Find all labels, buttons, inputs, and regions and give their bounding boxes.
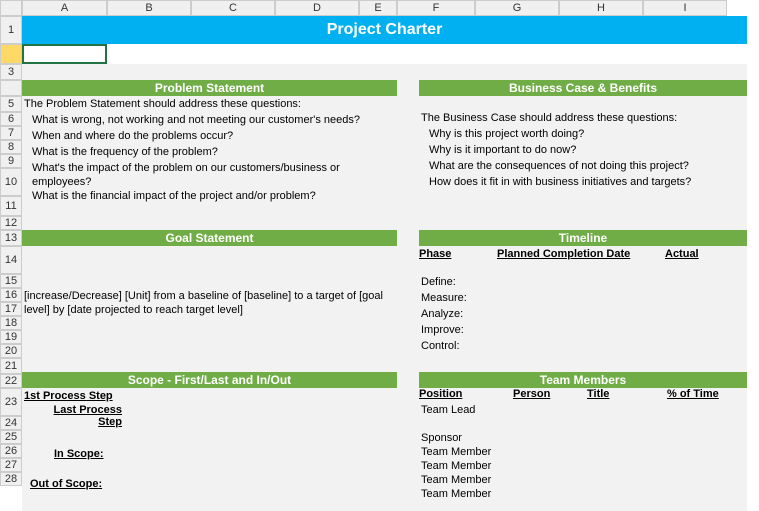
- col-header[interactable]: B: [107, 0, 191, 16]
- scope-first: 1st Process Step: [24, 390, 113, 402]
- team-col-title: Title: [587, 388, 667, 402]
- team-header: Team Members: [419, 372, 747, 388]
- timeline-phase: Define:: [419, 274, 747, 290]
- problem-header: Problem Statement: [22, 80, 397, 96]
- team-col-pct: % of Time: [667, 388, 747, 402]
- row-header[interactable]: 10: [0, 168, 22, 196]
- scope-in: In Scope:: [54, 448, 104, 460]
- row-header[interactable]: 20: [0, 344, 22, 358]
- section-content-1: The Problem Statement should address the…: [22, 96, 747, 204]
- row-header[interactable]: 21: [0, 358, 22, 374]
- page-title: Project Charter: [22, 16, 747, 44]
- business-q2: Why is it important to do now?: [419, 142, 747, 158]
- col-header[interactable]: G: [475, 0, 559, 16]
- col-header[interactable]: E: [359, 0, 397, 16]
- timeline-phase: Improve:: [419, 322, 747, 338]
- row-header[interactable]: 25: [0, 430, 22, 444]
- section-content-2: [increase/Decrease] [Unit] from a baseli…: [22, 246, 747, 354]
- goal-text: [increase/Decrease] [Unit] from a baseli…: [22, 288, 397, 318]
- team-row: Team Member: [419, 486, 747, 500]
- team-row: [419, 416, 747, 430]
- row-header[interactable]: 3: [0, 64, 22, 80]
- active-cell[interactable]: [22, 44, 107, 64]
- row-header[interactable]: 19: [0, 330, 22, 344]
- team-row: Team Member: [419, 444, 747, 458]
- row-header[interactable]: 27: [0, 458, 22, 472]
- row-header[interactable]: 8: [0, 140, 22, 154]
- row-header[interactable]: 12: [0, 216, 22, 230]
- row-headers: 1 3 5 6 7 8 9 10 11 12 13 14 15 16 17 18…: [0, 16, 22, 486]
- timeline-col-phase: Phase: [419, 248, 497, 260]
- section-row-3: Scope - First/Last and In/Out Team Membe…: [22, 372, 747, 388]
- row-header[interactable]: 22: [0, 374, 22, 388]
- timeline-phase: Measure:: [419, 290, 747, 306]
- row-header[interactable]: 7: [0, 126, 22, 140]
- col-header[interactable]: F: [397, 0, 475, 16]
- timeline-phase: Analyze:: [419, 306, 747, 322]
- timeline-header: Timeline: [419, 230, 747, 246]
- row-header[interactable]: 16: [0, 288, 22, 302]
- row-header[interactable]: 11: [0, 196, 22, 216]
- col-header[interactable]: A: [22, 0, 107, 16]
- row-header[interactable]: 5: [0, 96, 22, 112]
- problem-q3: What is the frequency of the problem?: [22, 144, 397, 160]
- team-row: Team Member: [419, 472, 747, 486]
- problem-q4: What's the impact of the problem on our …: [22, 160, 397, 188]
- row-header[interactable]: 9: [0, 154, 22, 168]
- team-row: Team Lead: [419, 402, 747, 416]
- row-header[interactable]: 1: [0, 16, 22, 44]
- row-header[interactable]: [0, 80, 22, 96]
- section-row-2: Goal Statement Timeline: [22, 230, 747, 246]
- business-header: Business Case & Benefits: [419, 80, 747, 96]
- business-q4: How does it fit in with business initiat…: [419, 174, 747, 190]
- problem-q5: What is the financial impact of the proj…: [22, 188, 397, 204]
- business-intro: The Business Case should address these q…: [419, 110, 747, 126]
- problem-intro: The Problem Statement should address the…: [22, 96, 397, 112]
- goal-header: Goal Statement: [22, 230, 397, 246]
- spreadsheet-grid: A B C D E F G H I: [0, 0, 759, 16]
- row-header[interactable]: 6: [0, 112, 22, 126]
- row-header[interactable]: 28: [0, 472, 22, 486]
- business-q1: Why is this project worth doing?: [419, 126, 747, 142]
- row-header[interactable]: 13: [0, 230, 22, 246]
- scope-last: Last Process Step: [42, 404, 122, 428]
- row-header[interactable]: 24: [0, 416, 22, 430]
- problem-q1: What is wrong, not working and not meeti…: [22, 112, 397, 128]
- row-header-active[interactable]: [0, 44, 22, 64]
- col-header[interactable]: I: [643, 0, 727, 16]
- title-text: Project Charter: [327, 21, 443, 39]
- team-row: Team Member: [419, 458, 747, 472]
- team-col-person: Person: [513, 388, 587, 402]
- scope-out: Out of Scope:: [30, 478, 102, 490]
- timeline-col-actual: Actual: [665, 248, 747, 260]
- section-content-3: 1st Process Step Last Process Step In Sc…: [22, 388, 747, 500]
- col-header[interactable]: D: [275, 0, 359, 16]
- row-header[interactable]: 14: [0, 246, 22, 274]
- row-header[interactable]: 23: [0, 388, 22, 416]
- col-header[interactable]: H: [559, 0, 643, 16]
- team-col-position: Position: [419, 388, 513, 402]
- timeline-col-planned: Planned Completion Date: [497, 248, 665, 260]
- scope-header: Scope - First/Last and In/Out: [22, 372, 397, 388]
- timeline-phase: Control:: [419, 338, 747, 354]
- col-header[interactable]: C: [191, 0, 275, 16]
- row-header[interactable]: 17: [0, 302, 22, 316]
- business-q3: What are the consequences of not doing t…: [419, 158, 747, 174]
- row-header[interactable]: 18: [0, 316, 22, 330]
- row-header[interactable]: 15: [0, 274, 22, 288]
- problem-q2: When and where do the problems occur?: [22, 128, 397, 144]
- team-row: Sponsor: [419, 430, 747, 444]
- row-header[interactable]: 26: [0, 444, 22, 458]
- section-row-1: Problem Statement Business Case & Benefi…: [22, 80, 747, 96]
- grid-corner[interactable]: [0, 0, 22, 16]
